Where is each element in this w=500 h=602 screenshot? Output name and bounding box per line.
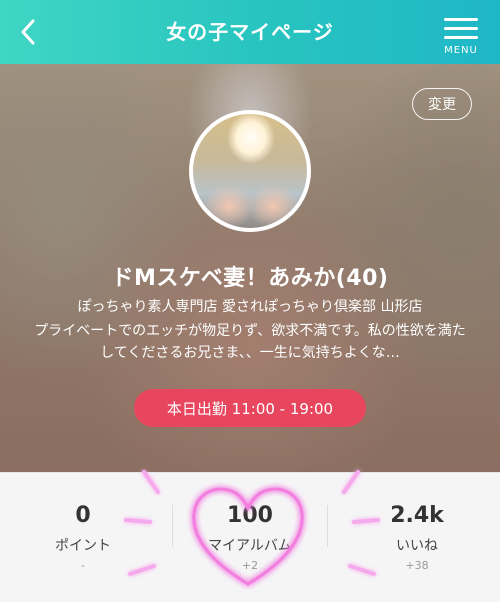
top-header: 女の子マイページ MENU (0, 0, 500, 64)
likes-delta: +38 (405, 559, 429, 572)
album-delta: +2 (241, 559, 259, 572)
stat-points[interactable]: 0 ポイント - (0, 473, 166, 602)
hamburger-menu-icon (444, 18, 478, 39)
profile-description: プライベートでのエッチが物足りず、欲求不満です。私の性欲を満たしてくださるお兄さ… (34, 323, 466, 361)
change-cover-button[interactable]: 変更 (412, 88, 472, 120)
stat-my-album[interactable]: 100 マイアルバム +2 (167, 473, 333, 602)
avatar[interactable] (189, 110, 311, 232)
profile-name: ドMスケベ妻！あみか(40) (111, 266, 389, 291)
menu-button[interactable]: MENU (438, 12, 484, 58)
menu-label: MENU (444, 45, 478, 56)
stats-bar: 0 ポイント - 100 マイアルバム +2 2.4k いいね +38 (0, 472, 500, 602)
page-title: 女の子マイページ (166, 20, 334, 44)
shop-name: ぽっちゃり素人専門店 愛されぽっちゃり倶楽部 山形店 (77, 299, 423, 315)
shift-badge[interactable]: 本日出勤 11:00 - 19:00 (134, 389, 366, 427)
likes-value: 2.4k (390, 503, 444, 528)
points-value: 0 (75, 503, 91, 528)
divider (327, 505, 328, 547)
album-label: マイアルバム (208, 538, 292, 554)
album-value: 100 (227, 503, 273, 528)
profile-hero: 変更 ドMスケベ妻！あみか(40) ぽっちゃり素人専門店 愛されぽっちゃり倶楽部… (0, 64, 500, 472)
stat-likes[interactable]: 2.4k いいね +38 (334, 473, 500, 602)
points-delta: - (81, 559, 85, 572)
likes-label: いいね (396, 538, 438, 554)
points-label: ポイント (55, 538, 111, 554)
